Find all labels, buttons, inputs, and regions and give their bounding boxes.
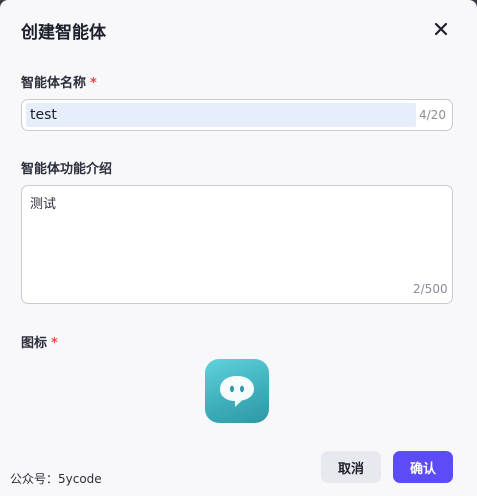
footer-note: 公众号：5ycode bbox=[10, 472, 102, 486]
close-button[interactable] bbox=[428, 16, 454, 42]
name-char-counter: 4/20 bbox=[419, 108, 446, 122]
description-char-counter: 2/500 bbox=[413, 282, 448, 296]
icon-field-label: 图标 * bbox=[21, 332, 58, 351]
confirm-button[interactable]: 确认 bbox=[393, 451, 453, 483]
name-input[interactable]: test 4/20 bbox=[21, 99, 453, 131]
create-agent-dialog: 创建智能体 智能体名称 * test 4/20 智能体功能介绍 测试 2/500 … bbox=[0, 0, 477, 496]
chat-bubble-icon bbox=[220, 376, 254, 407]
icon-label-text: 图标 bbox=[21, 336, 48, 351]
name-field-label: 智能体名称 * bbox=[21, 72, 97, 91]
name-input-value[interactable]: test bbox=[26, 103, 416, 127]
description-value[interactable]: 测试 bbox=[30, 193, 56, 212]
close-icon bbox=[434, 22, 448, 36]
required-mark: * bbox=[51, 336, 58, 351]
cancel-button[interactable]: 取消 bbox=[321, 451, 381, 483]
name-label-text: 智能体名称 bbox=[21, 76, 87, 91]
dialog-title: 创建智能体 bbox=[21, 23, 106, 43]
required-mark: * bbox=[90, 76, 97, 91]
description-field-label: 智能体功能介绍 bbox=[21, 162, 113, 177]
agent-icon-picker[interactable] bbox=[205, 359, 269, 423]
description-textarea[interactable]: 测试 2/500 bbox=[21, 185, 453, 304]
